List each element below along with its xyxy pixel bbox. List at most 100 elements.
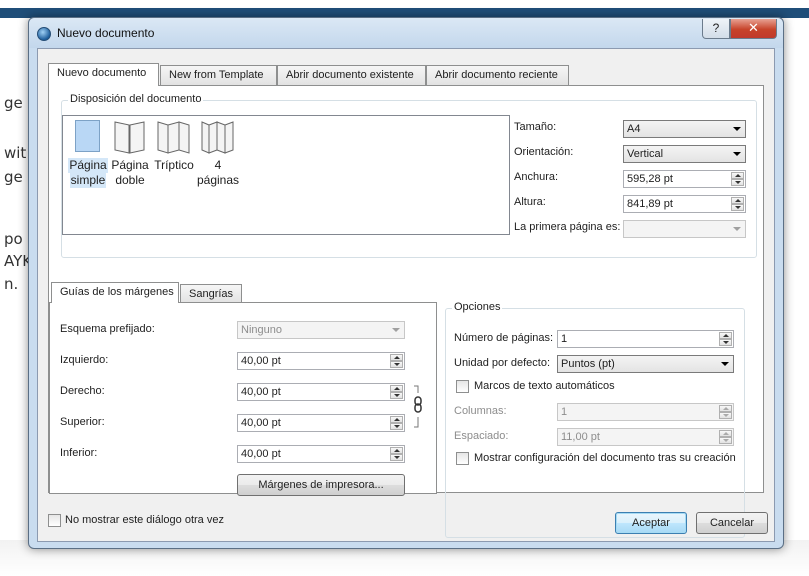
tab-open-recent[interactable]: Abrir documento reciente xyxy=(426,65,569,85)
close-button[interactable]: ✕ xyxy=(730,19,777,39)
spin-down-icon[interactable] xyxy=(390,392,403,399)
spin-up-icon[interactable] xyxy=(390,447,403,454)
spin-down-icon[interactable] xyxy=(731,179,744,186)
default-unit-select[interactable]: Puntos (pt) xyxy=(557,355,734,373)
triptych-icon xyxy=(157,121,190,154)
background-text: wit xyxy=(4,144,27,162)
columns-stepper[interactable] xyxy=(719,405,732,419)
background-text: n. xyxy=(4,275,19,293)
spin-up-icon[interactable] xyxy=(390,354,403,361)
auto-text-frames-checkbox[interactable] xyxy=(456,380,469,393)
spin-up-icon[interactable] xyxy=(731,197,744,204)
top-margin-label: Superior: xyxy=(60,416,105,428)
layout-double-page[interactable]: Página doble xyxy=(107,118,153,188)
left-margin-value: 40,00 pt xyxy=(241,355,281,367)
layout-options-list: Página simple Página doble Tríptico 4 pá… xyxy=(62,115,510,235)
width-value: 595,28 pt xyxy=(627,173,673,185)
top-margin-stepper[interactable] xyxy=(390,416,403,430)
bottom-margin-stepper[interactable] xyxy=(390,447,403,461)
help-button[interactable]: ? xyxy=(702,19,730,39)
bottom-margin-label: Inferior: xyxy=(60,447,98,459)
tab-margin-guides[interactable]: Guías de los márgenes xyxy=(51,282,179,303)
show-settings-checkbox[interactable] xyxy=(456,452,469,465)
spin-up-icon[interactable] xyxy=(390,385,403,392)
tab-open-existing[interactable]: Abrir documento existente xyxy=(277,65,426,85)
chevron-down-icon xyxy=(721,362,729,366)
spin-down-icon[interactable] xyxy=(719,412,732,419)
spin-down-icon[interactable] xyxy=(390,454,403,461)
background-text: ge xyxy=(4,94,23,112)
app-globe-icon xyxy=(37,27,51,41)
default-unit-label: Unidad por defecto: xyxy=(454,357,551,369)
layout-option-label: 4 xyxy=(214,158,222,172)
first-page-select[interactable] xyxy=(623,220,746,238)
top-margin-field[interactable]: 40,00 pt xyxy=(237,414,405,432)
spacing-value: 11,00 pt xyxy=(561,431,600,443)
spacing-label: Espaciado: xyxy=(454,430,509,442)
spin-down-icon[interactable] xyxy=(390,423,403,430)
spin-up-icon[interactable] xyxy=(719,405,732,412)
columns-value: 1 xyxy=(561,406,568,418)
left-margin-field[interactable]: 40,00 pt xyxy=(237,352,405,370)
preset-label: Esquema prefijado: xyxy=(60,323,155,335)
right-margin-field[interactable]: 40,00 pt xyxy=(237,383,405,401)
single-page-icon xyxy=(75,120,100,152)
auto-text-frames-label: Marcos de texto automáticos xyxy=(474,380,615,392)
layout-triptych[interactable]: Tríptico xyxy=(151,118,197,173)
double-page-icon xyxy=(114,121,145,154)
orientation-value: Vertical xyxy=(627,148,664,160)
spin-up-icon[interactable] xyxy=(390,416,403,423)
height-stepper[interactable] xyxy=(731,197,744,211)
spin-down-icon[interactable] xyxy=(390,361,403,368)
bottom-margin-value: 40,00 pt xyxy=(241,448,281,460)
orientation-select[interactable]: Vertical xyxy=(623,145,746,163)
left-margin-label: Izquierdo: xyxy=(60,354,109,366)
size-label: Tamaño: xyxy=(514,121,557,133)
size-select[interactable]: A4 xyxy=(623,120,746,138)
width-field[interactable]: 595,28 pt xyxy=(623,170,746,188)
layout-four-pages[interactable]: 4 páginas xyxy=(195,118,241,188)
size-value: A4 xyxy=(627,123,641,135)
layout-option-label: páginas xyxy=(196,173,240,187)
right-margin-stepper[interactable] xyxy=(390,385,403,399)
spin-down-icon[interactable] xyxy=(719,437,732,444)
width-stepper[interactable] xyxy=(731,172,744,186)
document-layout-heading: Disposición del documento xyxy=(68,93,204,105)
spin-up-icon[interactable] xyxy=(719,332,732,339)
background-text: ge xyxy=(4,168,23,186)
page-count-label: Número de páginas: xyxy=(454,332,554,344)
page-count-stepper[interactable] xyxy=(719,332,732,346)
height-field[interactable]: 841,89 pt xyxy=(623,195,746,213)
tab-new-document[interactable]: Nuevo documento xyxy=(48,63,159,86)
margin-guides-panel: Esquema prefijado: Ninguno Izquierdo: 40… xyxy=(49,302,437,496)
options-group: Opciones Número de páginas: 1 Unidad por… xyxy=(445,301,745,538)
bottom-margin-field[interactable]: 40,00 pt xyxy=(237,445,405,463)
width-label: Anchura: xyxy=(514,171,559,183)
cancel-button[interactable]: Cancelar xyxy=(696,512,768,534)
new-document-panel: Disposición del documento Página simple xyxy=(48,85,764,538)
page-count-field[interactable]: 1 xyxy=(557,330,734,348)
printer-margins-button[interactable]: Márgenes de impresora... xyxy=(237,474,405,496)
link-margins-chain-icon[interactable] xyxy=(413,385,423,429)
layout-option-label: Página xyxy=(111,158,149,172)
tab-indents[interactable]: Sangrías xyxy=(180,284,242,303)
left-margin-stepper[interactable] xyxy=(390,354,403,368)
preset-value: Ninguno xyxy=(241,324,282,336)
spacing-field[interactable]: 11,00 pt xyxy=(557,428,734,446)
preset-select[interactable]: Ninguno xyxy=(237,321,405,339)
dialog-client-area: Nuevo documento New from Template Abrir … xyxy=(37,48,775,542)
dont-show-again-checkbox[interactable] xyxy=(48,514,61,527)
spin-up-icon[interactable] xyxy=(731,172,744,179)
new-document-dialog: Nuevo documento ? ✕ Nuevo documento New … xyxy=(28,17,784,549)
tab-new-from-template[interactable]: New from Template xyxy=(160,65,277,85)
spin-down-icon[interactable] xyxy=(719,339,732,346)
height-label: Altura: xyxy=(514,196,546,208)
columns-field[interactable]: 1 xyxy=(557,403,734,421)
top-margin-value: 40,00 pt xyxy=(241,417,281,429)
spin-down-icon[interactable] xyxy=(731,204,744,211)
spin-up-icon[interactable] xyxy=(719,430,732,437)
accept-button[interactable]: Aceptar xyxy=(615,512,687,534)
layout-single-page[interactable]: Página simple xyxy=(65,118,111,188)
title-bar[interactable]: Nuevo documento ? ✕ xyxy=(29,18,783,48)
spacing-stepper[interactable] xyxy=(719,430,732,444)
